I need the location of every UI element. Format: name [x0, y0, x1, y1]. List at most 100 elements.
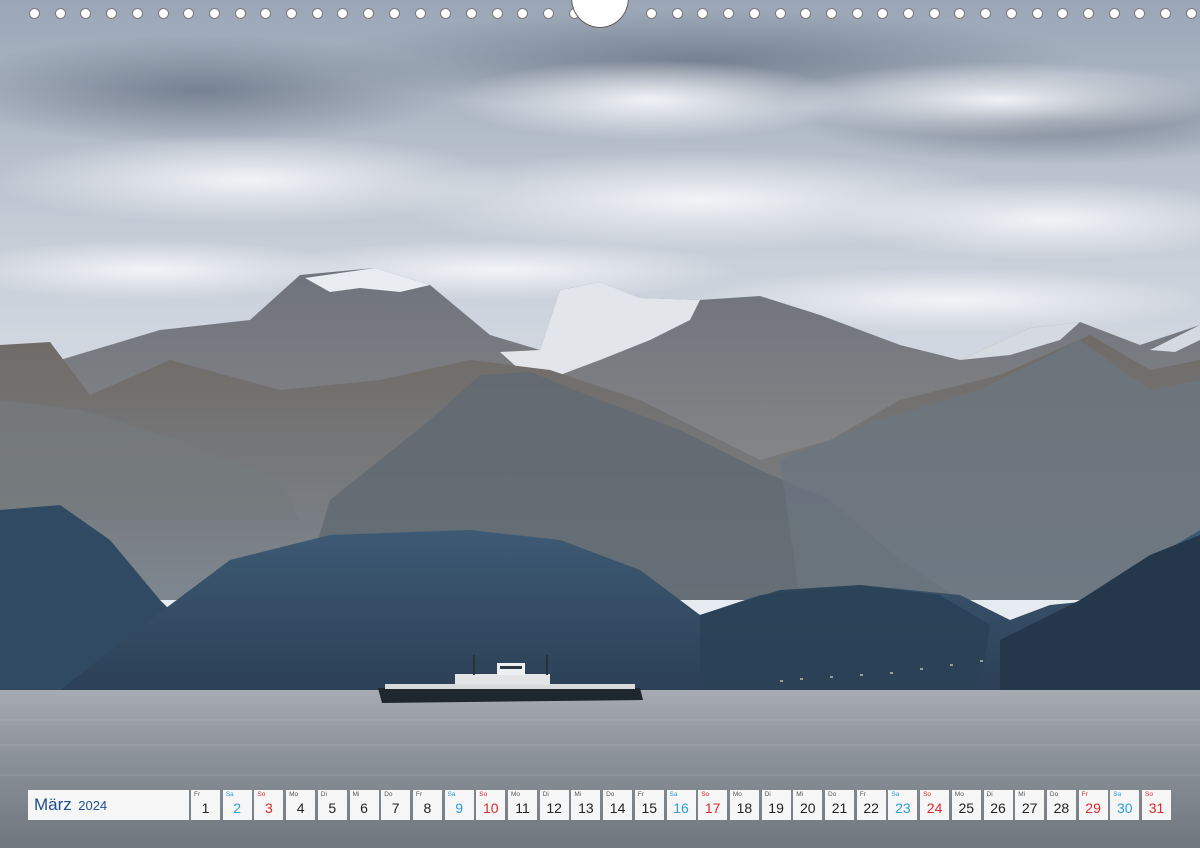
day-number: 21: [831, 800, 848, 816]
day-number: 18: [736, 800, 753, 816]
day-number: 3: [264, 800, 273, 816]
day-number: 27: [1021, 800, 1038, 816]
binding-hole-icon: [825, 8, 837, 19]
day-number: 19: [768, 800, 784, 816]
day-cell: Mo 25: [951, 790, 981, 820]
day-weekday: Mi: [352, 791, 360, 798]
day-number: 30: [1117, 800, 1133, 816]
binding-hole-icon: [954, 8, 966, 19]
binding-hole-icon: [1108, 8, 1120, 19]
day-cell: Fr 15: [634, 790, 664, 820]
binding-hole-icon: [157, 8, 169, 19]
binding-hole-icon: [517, 8, 529, 19]
day-weekday: Do: [1049, 791, 1059, 798]
binding-hole-icon: [29, 8, 40, 19]
day-weekday: Di: [542, 791, 549, 798]
day-number: 28: [1053, 800, 1070, 816]
day-number: 23: [895, 800, 911, 816]
day-weekday: Mo: [511, 791, 521, 798]
binding-hole-icon: [183, 8, 195, 19]
day-weekday: Do: [828, 791, 837, 798]
day-cell: Mi 13: [571, 790, 601, 820]
binding-hole-icon: [260, 8, 272, 19]
day-number: 17: [704, 800, 721, 816]
day-cell: Do 14: [603, 790, 633, 820]
day-weekday: So: [923, 791, 932, 798]
day-cell: Sa 2: [222, 790, 252, 820]
binding-hole-icon: [234, 8, 246, 19]
binding-hole-icon: [1057, 8, 1069, 19]
binding-hole-icon: [414, 8, 426, 19]
day-weekday: Mo: [732, 791, 742, 798]
day-cell: So 31: [1142, 790, 1171, 820]
hanger-hole-icon: [571, 0, 629, 28]
day-cell: Mo 4: [286, 790, 316, 820]
day-weekday: Sa: [891, 791, 900, 798]
day-number: 14: [609, 800, 626, 816]
binding-hole-icon: [80, 8, 92, 19]
day-number: 29: [1085, 800, 1101, 816]
day-number: 5: [328, 800, 337, 816]
day-cell: Mo 11: [508, 790, 537, 820]
binding-hole-icon: [671, 8, 683, 19]
binding-hole-icon: [1005, 8, 1017, 19]
day-weekday: Mi: [796, 791, 804, 798]
day-cell: Mi 6: [349, 790, 379, 820]
day-cell: Do 7: [381, 790, 411, 820]
day-number: 26: [990, 800, 1006, 816]
day-cell: Do 28: [1046, 790, 1076, 820]
day-weekday: Sa: [225, 791, 234, 798]
day-number: 25: [958, 800, 975, 816]
month-name: März: [34, 795, 72, 814]
day-number: 2: [233, 800, 242, 816]
binding-hole-icon: [1031, 8, 1043, 19]
binding-hole-icon: [1160, 8, 1171, 19]
binding-hole-icon: [646, 8, 657, 19]
fjord-water: [0, 690, 1200, 848]
binding-hole-icon: [774, 8, 786, 19]
binding-hole-icon: [440, 8, 452, 19]
binding-hole-icon: [723, 8, 735, 19]
day-cell: Mi 27: [1015, 790, 1045, 820]
day-weekday: Di: [320, 791, 327, 798]
binding-hole-icon: [363, 8, 375, 19]
day-number: 9: [455, 800, 463, 816]
binding-hole-icon: [903, 8, 914, 19]
binding-hole-icon: [106, 8, 118, 19]
day-cell: Di 5: [317, 790, 347, 820]
day-number: 8: [423, 800, 432, 816]
day-number: 11: [515, 800, 530, 816]
binding-hole-icon: [388, 8, 400, 19]
month-label: März 2024: [28, 790, 189, 820]
day-cell: Di 12: [539, 790, 569, 820]
day-weekday: Sa: [447, 791, 456, 798]
day-number: 13: [578, 800, 594, 816]
binding-hole-icon: [748, 8, 760, 19]
landscape-photo: [0, 0, 1200, 848]
day-number: 1: [201, 800, 210, 816]
binding-hole-icon: [54, 8, 66, 19]
binding-hole-icon: [543, 8, 554, 19]
binding-hole-icon: [465, 8, 477, 19]
day-cell: Di 19: [761, 790, 791, 820]
day-weekday: So: [257, 791, 266, 798]
day-cell: So 17: [698, 790, 728, 820]
day-cell: Fr 22: [856, 790, 886, 820]
day-number: 22: [863, 800, 879, 816]
day-cell: Sa 23: [888, 790, 918, 820]
day-weekday: Do: [384, 791, 393, 798]
day-weekday: Di: [764, 791, 771, 798]
binding-hole-icon: [337, 8, 349, 19]
binding-hole-icon: [311, 8, 323, 19]
calendar-binding: [0, 0, 1200, 30]
day-cell: So 3: [254, 790, 284, 820]
day-weekday: Mi: [574, 791, 582, 798]
day-weekday: So: [1145, 791, 1153, 798]
day-weekday: Di: [986, 791, 993, 798]
binding-hole-icon: [980, 8, 992, 19]
day-number: 31: [1148, 800, 1165, 816]
binding-hole-icon: [491, 8, 503, 19]
day-cell: Sa 30: [1110, 790, 1140, 820]
month-year: 2024: [78, 798, 108, 813]
binding-hole-icon: [1134, 8, 1146, 19]
